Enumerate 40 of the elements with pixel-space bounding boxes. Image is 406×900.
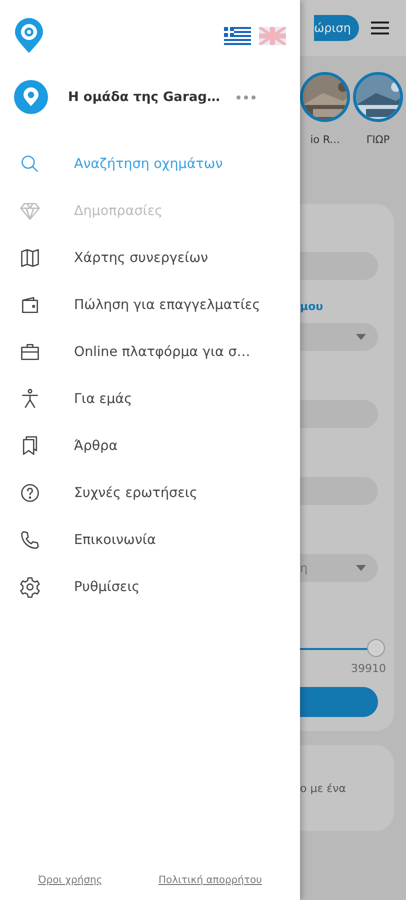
story-avatar[interactable]: [300, 72, 350, 122]
input-field[interactable]: [300, 477, 378, 505]
menu-item[interactable]: Ρυθμίσεις: [0, 563, 300, 610]
menu-icon[interactable]: [371, 21, 389, 35]
footer-link[interactable]: Όροι χρήσης: [38, 875, 102, 886]
input-field[interactable]: [300, 252, 378, 280]
team-name: Η ομάδα της Garag…: [68, 90, 220, 104]
menu-item[interactable]: Άρθρα: [0, 422, 300, 469]
search-icon: [19, 152, 41, 174]
menu-item[interactable]: Για εμάς: [0, 375, 300, 422]
slider-thumb[interactable]: [366, 639, 385, 657]
header-button[interactable]: ώριση: [314, 15, 359, 41]
map-icon: [19, 246, 41, 268]
menu-item[interactable]: Χάρτης συνεργείων: [0, 234, 300, 281]
question-icon: [19, 482, 41, 504]
dropdown-value: η: [300, 561, 308, 575]
menu-item[interactable]: Συχνές ερωτήσεις: [0, 469, 300, 516]
dropdown[interactable]: [300, 323, 378, 351]
menu-item[interactable]: Online πλατφόρμα για σ…: [0, 328, 300, 375]
settings-icon: [19, 576, 41, 598]
caret-icon: [356, 565, 366, 571]
section-label: μου: [300, 300, 324, 313]
search-button[interactable]: [300, 687, 378, 717]
uk-flag-icon[interactable]: [259, 27, 286, 45]
team-avatar: [14, 80, 48, 114]
caret-icon: [356, 334, 366, 340]
phone-icon: [19, 528, 41, 550]
more-icon[interactable]: [236, 94, 256, 100]
app-logo-icon: [14, 18, 44, 54]
menu-item[interactable]: Πώληση για επαγγελματίες: [0, 281, 300, 328]
slider-value: 39910: [351, 662, 386, 675]
card-text: ο με ένα: [300, 782, 346, 794]
story-label: io R...: [310, 134, 340, 146]
footer-link[interactable]: Πολιτική απορρήτου: [158, 875, 262, 886]
input-field[interactable]: [300, 400, 378, 428]
story-label: ΓΙΩΡ: [366, 134, 390, 146]
menu-item[interactable]: Επικοινωνία: [0, 516, 300, 563]
person-icon: [19, 388, 41, 410]
greek-flag-icon[interactable]: [224, 27, 251, 45]
story-avatar[interactable]: [353, 72, 403, 122]
